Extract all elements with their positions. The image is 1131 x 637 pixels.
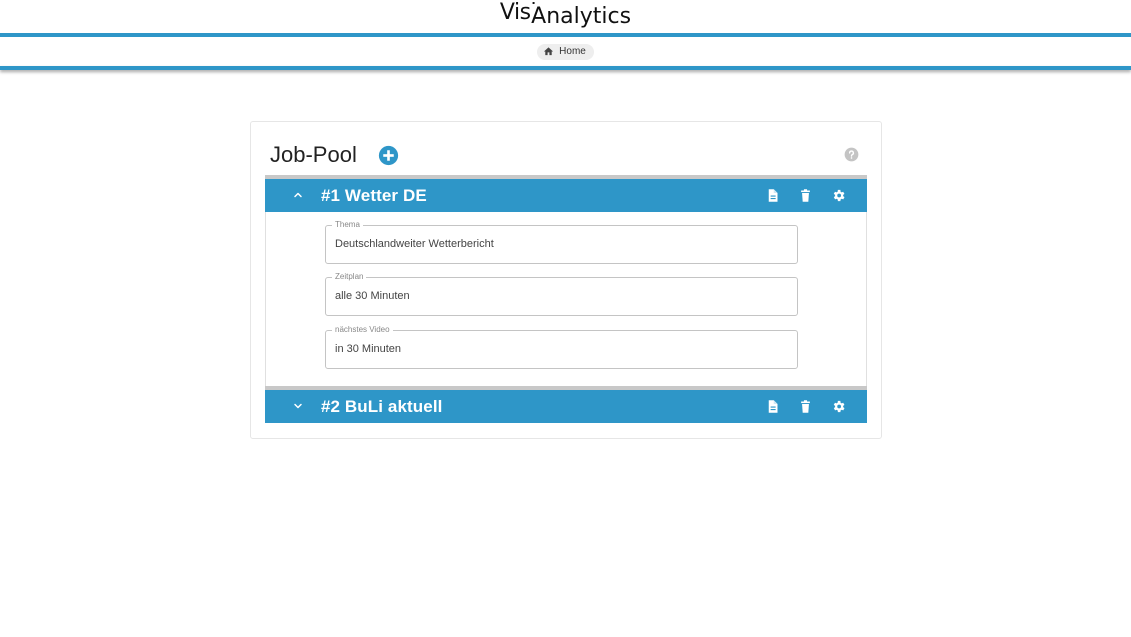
app-logo[interactable]: Visi Analytics: [0, 0, 1131, 34]
job-header-2[interactable]: #2 BuLi aktuell: [265, 386, 867, 423]
job-header-1[interactable]: #1 Wetter DE: [265, 175, 867, 212]
job-item-1: #1 Wetter DE Thema Deutschlandweiter Wet…: [265, 175, 867, 388]
chevron-up-icon[interactable]: [292, 189, 304, 201]
job-details-1: Thema Deutschlandweiter Wetterbericht Ze…: [265, 212, 867, 388]
job-title: #2 BuLi aktuell: [321, 397, 443, 416]
help-button[interactable]: [844, 147, 859, 162]
breadcrumb-home-chip[interactable]: Home: [537, 43, 594, 60]
document-icon[interactable]: [765, 188, 780, 203]
thema-field[interactable]: Thema Deutschlandweiter Wetterbericht: [325, 220, 798, 264]
naechstes-video-field[interactable]: nächstes Video in 30 Minuten: [325, 325, 798, 369]
breadcrumb-home-label: Home: [559, 46, 586, 57]
add-job-button[interactable]: [378, 145, 399, 166]
job-pool-card: Job-Pool #1 Wetter DE Thema Deutschlandw…: [250, 121, 882, 439]
question-circle-icon: [844, 147, 859, 162]
thema-value: Deutschlandweiter Wetterbericht: [335, 238, 494, 250]
app-header: Visi Analytics: [0, 0, 1131, 34]
plus-circle-icon: [378, 145, 399, 166]
naechstes-video-value: in 30 Minuten: [335, 343, 402, 355]
trash-icon[interactable]: [798, 399, 813, 414]
job-item-2: #2 BuLi aktuell: [265, 386, 867, 423]
zeitplan-field[interactable]: Zeitplan alle 30 Minuten: [325, 272, 798, 316]
zeitplan-label: Zeitplan: [332, 272, 367, 282]
breadcrumb: Home: [0, 37, 1131, 66]
job-title: #1 Wetter DE: [321, 186, 427, 205]
thema-label: Thema: [332, 220, 363, 230]
gear-icon[interactable]: [831, 399, 846, 414]
header-bottom-bar: [0, 66, 1131, 70]
document-icon[interactable]: [765, 399, 780, 414]
zeitplan-value: alle 30 Minuten: [335, 290, 410, 302]
naechstes-video-label: nächstes Video: [332, 325, 393, 335]
home-icon: [543, 46, 554, 57]
page-title: Job-Pool: [270, 142, 357, 167]
chevron-down-icon[interactable]: [292, 400, 304, 412]
gear-icon[interactable]: [831, 188, 846, 203]
trash-icon[interactable]: [798, 188, 813, 203]
logo-text-part2: Analytics: [530, 4, 632, 30]
